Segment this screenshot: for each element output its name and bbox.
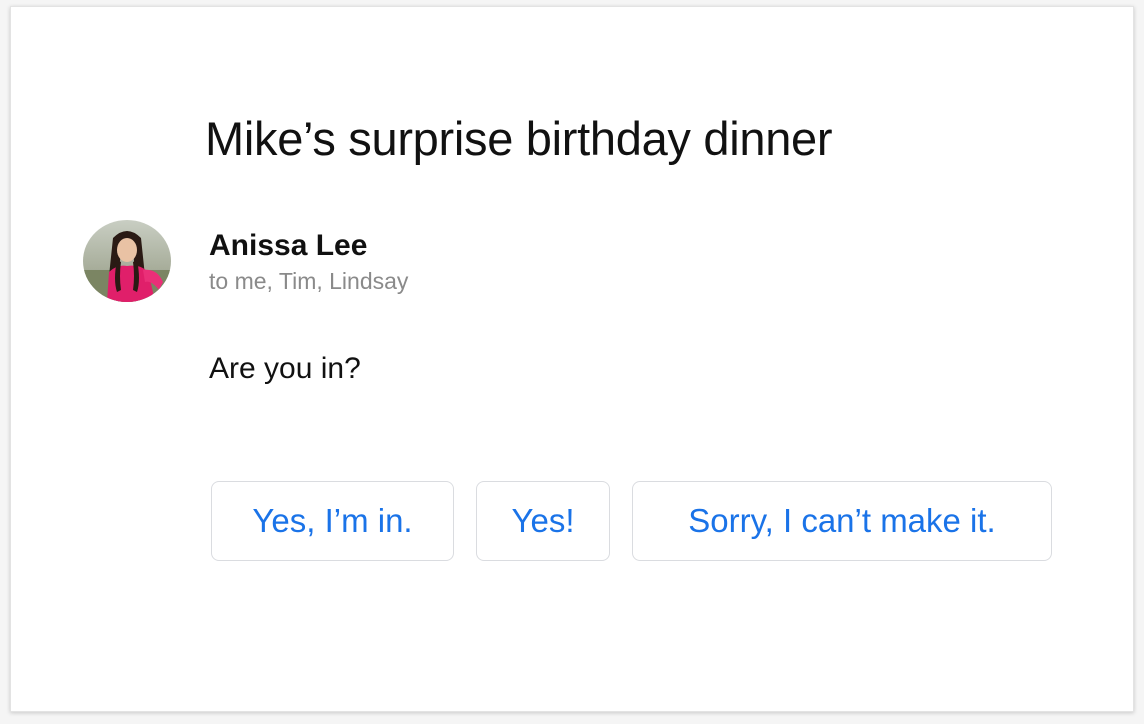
sender-name: Anissa Lee: [209, 229, 368, 262]
smart-reply-button[interactable]: Sorry, I can’t make it.: [632, 481, 1052, 561]
recipients-line: to me, Tim, Lindsay: [209, 268, 409, 294]
smart-reply-button[interactable]: Yes, I’m in.: [211, 481, 454, 561]
avatar-photo-icon: [83, 220, 171, 302]
smart-reply-button[interactable]: Yes!: [476, 481, 610, 561]
email-subject: Mike’s surprise birthday dinner: [205, 112, 833, 165]
sender-avatar[interactable]: [83, 220, 171, 302]
email-card: Mike’s surprise birthday dinner Anissa L…: [10, 6, 1134, 712]
message-body: Are you in?: [209, 352, 361, 385]
